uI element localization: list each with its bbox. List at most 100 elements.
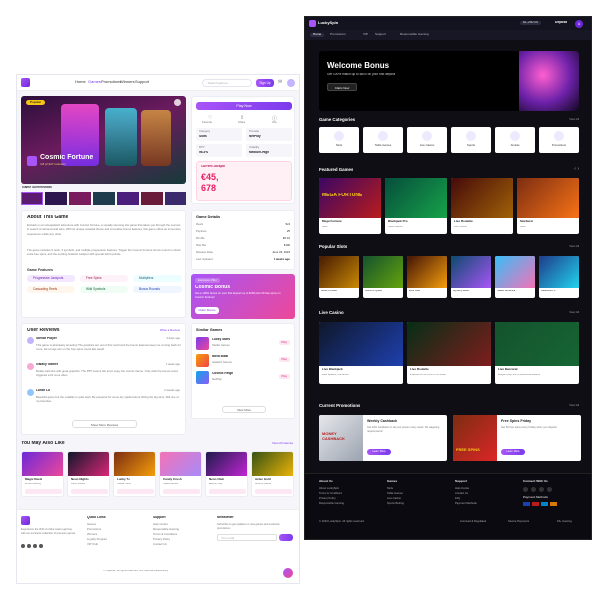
promo-card[interactable]: FREE SPINS Free Spins Friday Get 50 free… — [453, 415, 581, 461]
categories-view-all[interactable]: View All — [569, 118, 579, 121]
slot-card[interactable]: Wolf Gold — [407, 256, 447, 298]
similar-thumb[interactable] — [196, 337, 209, 350]
similar-name[interactable]: Lucky Stars — [212, 338, 230, 342]
screenshot-thumb[interactable] — [117, 192, 139, 205]
promo-learn-more-button[interactable]: Learn More — [367, 449, 391, 455]
game-card-play[interactable] — [71, 489, 108, 494]
game-card[interactable]: Candy Crush Sweet Games — [159, 451, 202, 497]
footer-link[interactable]: Games — [87, 523, 96, 526]
subnav-responsible-gaming[interactable]: Responsible Gaming — [400, 33, 429, 37]
subnav-support[interactable]: Support — [375, 33, 386, 37]
similar-name[interactable]: Cosmic Reign — [212, 372, 233, 376]
deposit-button[interactable]: Deposit — [555, 21, 567, 25]
footer-link[interactable]: About LuckySpin — [319, 487, 339, 490]
screenshot-thumb[interactable] — [69, 192, 91, 205]
footer-link[interactable]: Help Center — [153, 523, 168, 526]
promos-view-all[interactable]: View All — [569, 404, 579, 407]
view-more-button[interactable]: View More — [222, 406, 266, 413]
fullscreen-icon[interactable] — [174, 99, 181, 106]
similar-play-tag[interactable]: Play — [278, 374, 290, 380]
play-now-button[interactable]: Play Now — [196, 102, 292, 110]
youtube-icon[interactable] — [547, 487, 552, 492]
featured-card[interactable]: Blackjack Pro Table Games — [385, 178, 447, 234]
facebook-icon[interactable] — [523, 487, 528, 492]
facebook-icon[interactable] — [21, 544, 25, 548]
footer-link[interactable]: FAQ — [455, 497, 460, 500]
game-card[interactable]: Neon Club Electric Play — [205, 451, 248, 497]
brand-name[interactable]: LuckySpin — [318, 21, 338, 26]
footer-link[interactable]: Winners — [87, 533, 97, 536]
category-tile[interactable]: Slots — [319, 127, 359, 153]
footer-link[interactable]: Privacy Policy — [319, 497, 336, 500]
footer-link[interactable]: Terms & Conditions — [319, 492, 342, 495]
slot-card[interactable]: Sweet Bonanza — [495, 256, 535, 298]
category-tile[interactable]: Sports — [451, 127, 491, 153]
screenshot-thumb[interactable] — [93, 192, 115, 205]
similar-play-tag[interactable]: Play — [278, 340, 290, 346]
similar-name[interactable]: Nova Blast — [212, 355, 228, 359]
newsletter-email-input[interactable]: Your email — [217, 534, 277, 541]
screenshot-thumb[interactable] — [45, 192, 67, 205]
promo-card[interactable]: MONEY CASHBACK Weekly Cashback Get 10% c… — [319, 415, 447, 461]
chat-bubble-icon[interactable] — [283, 568, 293, 578]
footer-link[interactable]: Privacy Policy — [153, 538, 170, 541]
slot-card[interactable]: Reactoonz 2 — [539, 256, 579, 298]
similar-thumb[interactable] — [196, 354, 209, 367]
footer-link[interactable]: Payment Methods — [455, 502, 477, 505]
screenshot-thumb[interactable] — [141, 192, 163, 205]
featured-card[interactable]: Live Roulette Live Casino — [451, 178, 513, 234]
subnav-home[interactable]: Home — [310, 33, 325, 37]
nav-link-home[interactable]: Home — [75, 80, 86, 85]
live-view-all[interactable]: View All — [569, 311, 579, 314]
youtube-icon[interactable] — [39, 544, 43, 548]
subnav-vip[interactable]: VIP — [363, 33, 368, 37]
subnav-promotions[interactable]: Promotions — [330, 33, 346, 37]
signup-button[interactable]: Sign Up — [256, 79, 274, 87]
footer-link[interactable]: Responsible Gaming — [153, 528, 179, 531]
footer-link[interactable]: Table Games — [387, 492, 403, 495]
nav-link-winners[interactable]: Winners — [120, 80, 135, 85]
footer-link[interactable]: Terms & Conditions — [153, 533, 177, 536]
popular-view-all[interactable]: View All — [569, 245, 579, 248]
game-card[interactable]: Aztec Gold Ancient Games — [251, 451, 294, 497]
game-card[interactable]: Magic Reels Wizard Gaming — [21, 451, 64, 497]
live-card[interactable]: Live Blackjack Real dealers, real action — [319, 322, 403, 384]
footer-link[interactable]: Slots — [387, 487, 393, 490]
instagram-icon[interactable] — [33, 544, 37, 548]
newsletter-submit-button[interactable] — [279, 534, 293, 541]
category-tile[interactable]: Table Games — [363, 127, 403, 153]
nav-link-promotions[interactable]: Promotions — [101, 80, 121, 85]
footer-link[interactable]: VIP Club — [87, 543, 98, 546]
category-tile[interactable]: Arcade — [495, 127, 535, 153]
user-avatar[interactable]: U — [575, 20, 583, 28]
footer-link[interactable]: Loyalty Program — [87, 538, 107, 541]
nav-link-games[interactable]: Games — [88, 80, 101, 85]
show-more-reviews-button[interactable]: Show More Reviews — [72, 420, 137, 428]
promo-learn-more-button[interactable]: Learn More — [501, 449, 525, 455]
footer-link[interactable]: Contact Us — [455, 492, 468, 495]
similar-play-tag[interactable]: Play — [278, 357, 290, 363]
twitter-icon[interactable] — [27, 544, 31, 548]
carousel-arrows[interactable]: ‹ › — [574, 166, 579, 172]
footer-link[interactable]: Help Center — [455, 487, 469, 490]
slot-card[interactable]: Mystery Reels — [451, 256, 491, 298]
instagram-icon[interactable] — [539, 487, 544, 492]
brand-logo[interactable] — [21, 78, 30, 87]
claim-bonus-button[interactable]: Claim Bonus — [195, 307, 219, 314]
category-tile[interactable]: Promotions — [539, 127, 579, 153]
game-card[interactable]: Neon Nights Retro Studios — [67, 451, 110, 497]
live-card[interactable]: Live Baccarat Elegant play with professi… — [495, 322, 579, 384]
similar-thumb[interactable] — [196, 371, 209, 384]
brand-logo-icon[interactable] — [309, 20, 316, 27]
game-card-play[interactable] — [209, 489, 246, 494]
game-card-play[interactable] — [163, 489, 200, 494]
featured-card[interactable]: MEGA FORTUNE Mega Fortune Slots — [319, 178, 381, 234]
twitter-icon[interactable] — [531, 487, 536, 492]
category-tile[interactable]: Live Casino — [407, 127, 447, 153]
avatar[interactable] — [287, 79, 295, 87]
game-card-play[interactable] — [25, 489, 62, 494]
featured-card[interactable]: Starburst Slots — [517, 178, 579, 234]
slot-card[interactable]: Book of Dead — [319, 256, 359, 298]
footer-link[interactable]: Sports Betting — [387, 502, 404, 505]
screenshot-thumb[interactable] — [165, 192, 186, 205]
